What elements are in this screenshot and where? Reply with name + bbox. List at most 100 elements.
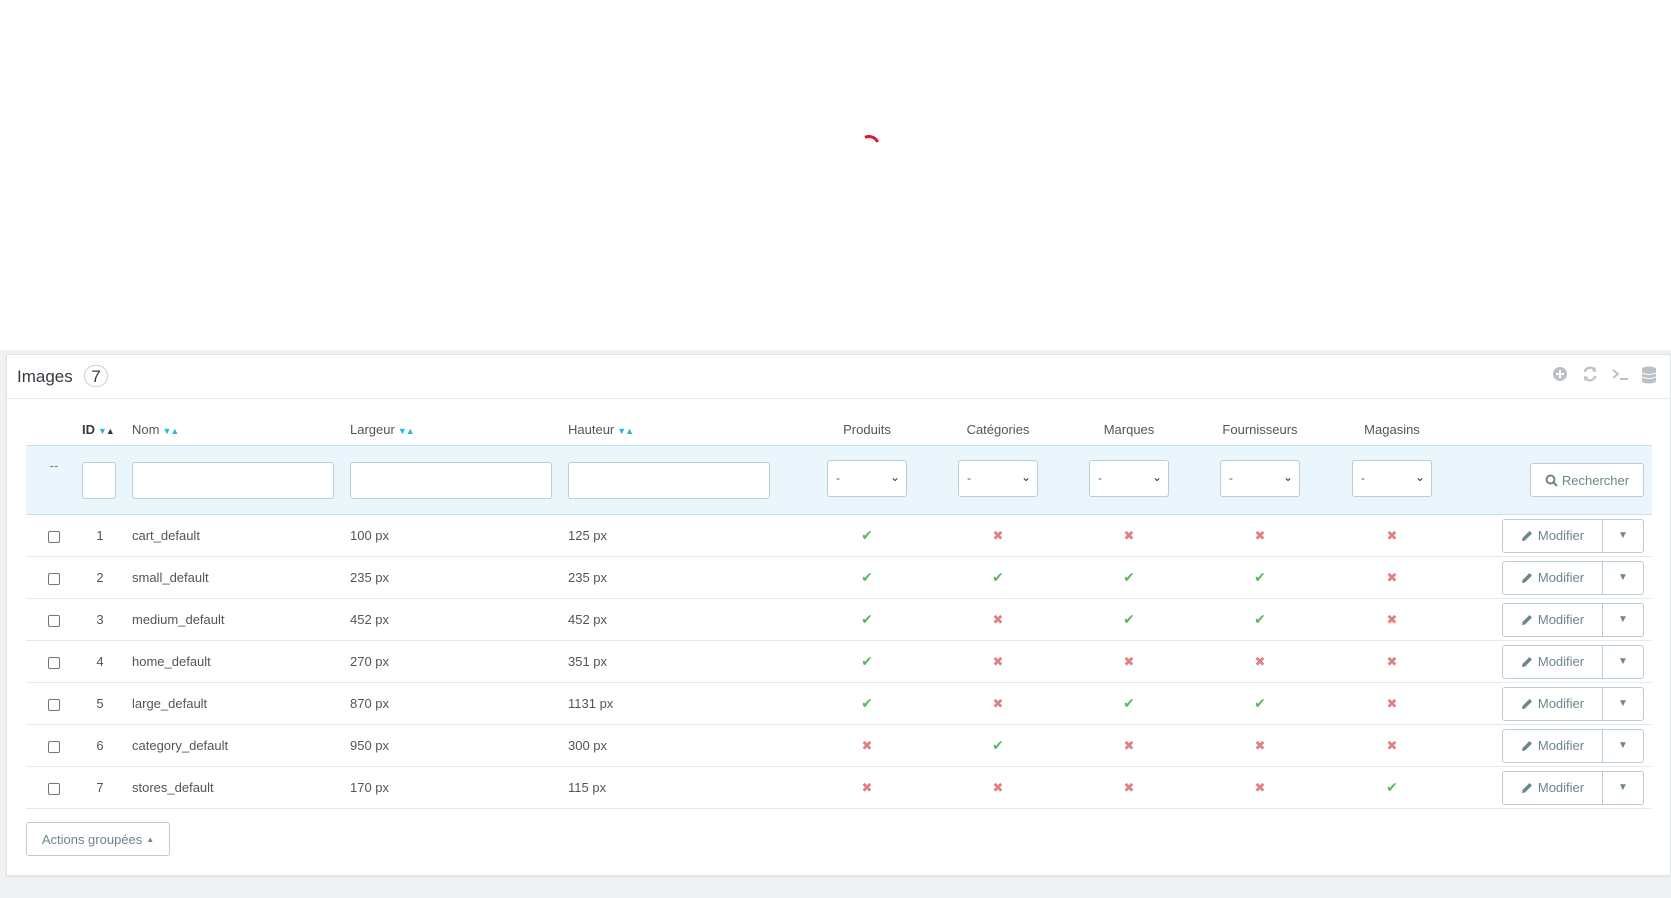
row-suppliers-status[interactable]: ✔ [1194,682,1326,725]
edit-button[interactable]: Modifier [1503,645,1603,678]
row-suppliers-status[interactable]: ✔ [1194,598,1326,641]
row-name[interactable]: category_default [132,724,350,767]
row-products-status[interactable]: ✔ [802,598,932,641]
row-id[interactable]: 1 [82,514,132,557]
row-height[interactable]: 1131 px [568,682,802,725]
header-name[interactable]: Nom ▼▲ [132,413,350,446]
row-width[interactable]: 100 px [350,514,568,557]
row-height[interactable]: 351 px [568,640,802,683]
row-checkbox[interactable] [48,782,60,795]
edit-button[interactable]: Modifier [1503,561,1603,594]
row-id[interactable]: 3 [82,598,132,641]
refresh-icon[interactable] [1581,366,1599,384]
row-height[interactable]: 235 px [568,556,802,599]
row-stores-status[interactable]: ✔ [1326,766,1458,809]
brands-filter-select[interactable]: - ⌄ [1089,460,1169,497]
row-actions-dropdown-toggle[interactable]: ▼ [1603,688,1643,720]
row-stores-status[interactable]: ✖ [1326,556,1458,599]
row-checkbox[interactable] [48,656,60,669]
row-brands-status[interactable]: ✔ [1064,556,1194,599]
products-filter-select[interactable]: - ⌄ [827,460,907,497]
row-suppliers-status[interactable]: ✖ [1194,514,1326,557]
row-brands-status[interactable]: ✖ [1064,640,1194,683]
search-button[interactable]: Rechercher [1530,463,1644,497]
edit-button[interactable]: Modifier [1503,603,1603,636]
row-products-status[interactable]: ✖ [802,766,932,809]
row-width[interactable]: 235 px [350,556,568,599]
suppliers-filter-select[interactable]: - ⌄ [1220,460,1300,497]
row-height[interactable]: 452 px [568,598,802,641]
table-row[interactable]: 7 stores_default 170 px 115 px ✖ ✖ ✖ ✖ ✔ Modifier… [26,766,1652,809]
row-brands-status[interactable]: ✔ [1064,598,1194,641]
row-actions-dropdown-toggle[interactable]: ▼ [1603,646,1643,678]
row-actions-dropdown-toggle[interactable]: ▼ [1603,772,1643,804]
row-stores-status[interactable]: ✖ [1326,640,1458,683]
row-actions-dropdown-toggle[interactable]: ▼ [1603,562,1643,594]
edit-button[interactable]: Modifier [1503,729,1603,762]
row-categories-status[interactable]: ✖ [932,514,1064,557]
row-products-status[interactable]: ✔ [802,514,932,557]
row-id[interactable]: 7 [82,766,132,809]
width-filter-input[interactable] [350,461,552,499]
row-height[interactable]: 125 px [568,514,802,557]
row-brands-status[interactable]: ✔ [1064,682,1194,725]
row-stores-status[interactable]: ✖ [1326,514,1458,557]
row-brands-status[interactable]: ✖ [1064,514,1194,557]
table-row[interactable]: 2 small_default 235 px 235 px ✔ ✔ ✔ ✔ ✖ Modifier ▼ [26,556,1652,599]
row-products-status[interactable]: ✖ [802,724,932,767]
row-categories-status[interactable]: ✔ [932,724,1064,767]
edit-button[interactable]: Modifier [1503,519,1603,552]
table-row[interactable]: 4 home_default 270 px 351 px ✔ ✖ ✖ ✖ ✖ Modifier ▼ [26,640,1652,683]
sort-arrows-icon[interactable]: ▼▲ [98,426,115,436]
table-row[interactable]: 1 cart_default 100 px 125 px ✔ ✖ ✖ ✖ ✖ Modifier ▼ [26,514,1652,557]
table-row[interactable]: 5 large_default 870 px 1131 px ✔ ✖ ✔ ✔ ✖ Modifier… [26,682,1652,725]
row-products-status[interactable]: ✔ [802,682,932,725]
row-brands-status[interactable]: ✖ [1064,724,1194,767]
row-brands-status[interactable]: ✖ [1064,766,1194,809]
sort-arrows-icon[interactable]: ▼▲ [617,426,634,436]
row-name[interactable]: large_default [132,682,350,725]
row-suppliers-status[interactable]: ✖ [1194,724,1326,767]
row-checkbox[interactable] [48,572,60,585]
row-categories-status[interactable]: ✔ [932,556,1064,599]
row-categories-status[interactable]: ✖ [932,640,1064,683]
row-categories-status[interactable]: ✖ [932,682,1064,725]
row-products-status[interactable]: ✔ [802,640,932,683]
edit-button[interactable]: Modifier [1503,771,1603,804]
row-name[interactable]: home_default [132,640,350,683]
row-actions-dropdown-toggle[interactable]: ▼ [1603,604,1643,636]
row-width[interactable]: 170 px [350,766,568,809]
row-width[interactable]: 270 px [350,640,568,683]
row-name[interactable]: cart_default [132,514,350,557]
row-checkbox[interactable] [48,698,60,711]
row-name[interactable]: stores_default [132,766,350,809]
row-actions-dropdown-toggle[interactable]: ▼ [1603,520,1643,552]
row-suppliers-status[interactable]: ✖ [1194,766,1326,809]
table-row[interactable]: 3 medium_default 452 px 452 px ✔ ✖ ✔ ✔ ✖ Modifier… [26,598,1652,641]
row-id[interactable]: 6 [82,724,132,767]
row-actions-dropdown-toggle[interactable]: ▼ [1603,730,1643,762]
row-name[interactable]: medium_default [132,598,350,641]
row-checkbox[interactable] [48,740,60,753]
row-name[interactable]: small_default [132,556,350,599]
row-height[interactable]: 300 px [568,724,802,767]
row-products-status[interactable]: ✔ [802,556,932,599]
height-filter-input[interactable] [568,461,770,499]
row-stores-status[interactable]: ✖ [1326,682,1458,725]
row-checkbox[interactable] [48,614,60,627]
row-id[interactable]: 2 [82,556,132,599]
stores-filter-select[interactable]: - ⌄ [1352,460,1432,497]
row-stores-status[interactable]: ✖ [1326,598,1458,641]
row-width[interactable]: 870 px [350,682,568,725]
row-width[interactable]: 452 px [350,598,568,641]
header-width[interactable]: Largeur ▼▲ [350,413,568,446]
add-new-icon[interactable] [1551,366,1569,384]
header-id[interactable]: ID ▼▲ [82,413,132,446]
row-categories-status[interactable]: ✖ [932,598,1064,641]
row-height[interactable]: 115 px [568,766,802,809]
row-stores-status[interactable]: ✖ [1326,724,1458,767]
row-id[interactable]: 4 [82,640,132,683]
name-filter-input[interactable] [132,461,334,499]
bulk-actions-button[interactable]: Actions groupées ▲ [26,822,170,856]
export-database-icon[interactable] [1640,366,1658,384]
